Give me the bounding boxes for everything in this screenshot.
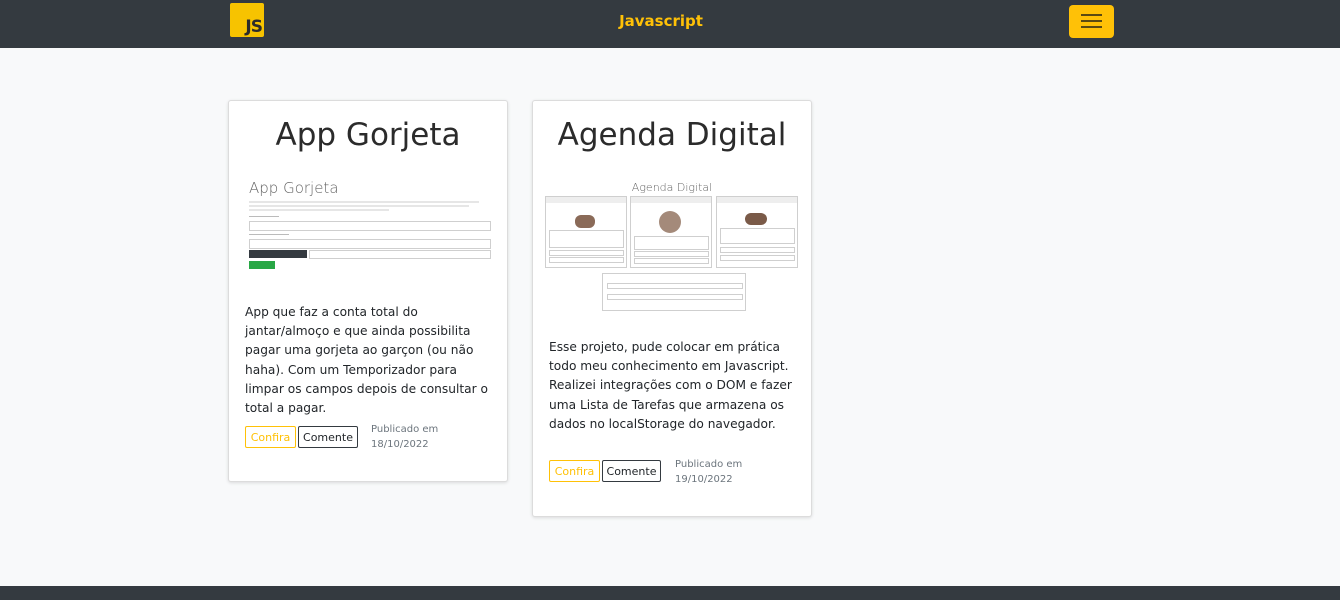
page-title[interactable]: Javascript bbox=[600, 12, 722, 30]
card-thumbnail: Agenda Digital bbox=[545, 181, 799, 311]
footer bbox=[0, 586, 1340, 600]
thumbnail-title: Agenda Digital bbox=[631, 181, 713, 194]
card-thumbnail: App Gorjeta bbox=[245, 179, 493, 275]
thumbnail-title: App Gorjeta bbox=[249, 179, 339, 197]
published-label: Publicado em bbox=[675, 459, 743, 470]
card-description: Esse projeto, pude colocar em prática to… bbox=[549, 340, 792, 431]
project-card-app-gorjeta: App Gorjeta App Gorjeta App que faz a co… bbox=[228, 100, 508, 482]
published-date: 18/10/2022 bbox=[371, 439, 429, 450]
published-info: Publicado em 18/10/2022 bbox=[371, 422, 438, 452]
comente-button[interactable]: Comente bbox=[298, 426, 358, 448]
card-title: Agenda Digital bbox=[557, 117, 787, 153]
published-date: 19/10/2022 bbox=[675, 474, 733, 485]
hamburger-icon bbox=[1081, 14, 1102, 28]
published-info: Publicado em 19/10/2022 bbox=[675, 457, 742, 487]
project-card-agenda-digital: Agenda Digital Agenda Digital Esse proje… bbox=[532, 100, 812, 517]
js-logo[interactable]: JS bbox=[230, 3, 264, 37]
confira-button[interactable]: Confira bbox=[245, 426, 296, 448]
comente-button[interactable]: Comente bbox=[602, 460, 661, 482]
navbar: JS Javascript bbox=[0, 0, 1340, 48]
published-label: Publicado em bbox=[371, 424, 439, 435]
menu-toggle-button[interactable] bbox=[1069, 5, 1114, 38]
js-logo-text: JS bbox=[245, 17, 263, 37]
card-title: App Gorjeta bbox=[275, 117, 461, 153]
card-description: App que faz a conta total do jantar/almo… bbox=[245, 305, 488, 416]
confira-button[interactable]: Confira bbox=[549, 460, 600, 482]
